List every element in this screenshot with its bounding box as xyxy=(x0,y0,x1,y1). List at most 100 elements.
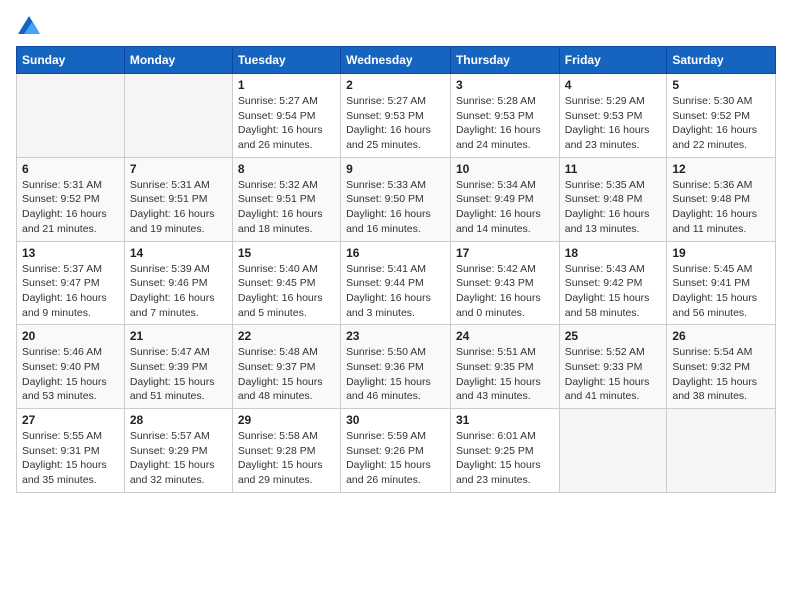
calendar-cell: 15 Sunrise: 5:40 AM Sunset: 9:45 PM Dayli… xyxy=(232,241,340,325)
day-number: 7 xyxy=(130,162,227,176)
day-number: 12 xyxy=(672,162,770,176)
calendar-cell: 17 Sunrise: 5:42 AM Sunset: 9:43 PM Dayli… xyxy=(450,241,559,325)
calendar-cell: 13Sunrise: 5:37 AM Sunset: 9:47 PM Dayli… xyxy=(17,241,125,325)
day-info: Sunrise: 5:30 AM Sunset: 9:52 PM Dayligh… xyxy=(672,94,770,153)
calendar-header-wednesday: Wednesday xyxy=(341,47,451,74)
calendar-header-row: SundayMondayTuesdayWednesdayThursdayFrid… xyxy=(17,47,776,74)
logo xyxy=(16,16,40,34)
calendar-cell: 5 Sunrise: 5:30 AM Sunset: 9:52 PM Daylig… xyxy=(667,74,776,158)
calendar-cell: 14Sunrise: 5:39 AM Sunset: 9:46 PM Dayli… xyxy=(124,241,232,325)
day-info: Sunrise: 5:48 AM Sunset: 9:37 PM Dayligh… xyxy=(238,345,335,404)
day-info: Sunrise: 5:40 AM Sunset: 9:45 PM Dayligh… xyxy=(238,262,335,321)
day-number: 10 xyxy=(456,162,554,176)
calendar-header-monday: Monday xyxy=(124,47,232,74)
day-info: Sunrise: 5:47 AM Sunset: 9:39 PM Dayligh… xyxy=(130,345,227,404)
calendar-cell: 20 Sunrise: 5:46 AM Sunset: 9:40 PM Dayli… xyxy=(17,325,125,409)
day-info: Sunrise: 5:37 AM Sunset: 9:47 PM Dayligh… xyxy=(22,262,119,321)
calendar-cell: 16Sunrise: 5:41 AM Sunset: 9:44 PM Dayli… xyxy=(341,241,451,325)
day-info: Sunrise: 5:50 AM Sunset: 9:36 PM Dayligh… xyxy=(346,345,445,404)
calendar-cell: 25 Sunrise: 5:52 AM Sunset: 9:33 PM Dayli… xyxy=(559,325,667,409)
logo-icon xyxy=(18,16,40,34)
calendar-cell xyxy=(667,409,776,493)
calendar-cell: 26 Sunrise: 5:54 AM Sunset: 9:32 PM Dayli… xyxy=(667,325,776,409)
calendar-cell: 23 Sunrise: 5:50 AM Sunset: 9:36 PM Dayli… xyxy=(341,325,451,409)
day-number: 14 xyxy=(130,246,227,260)
day-info: Sunrise: 5:42 AM Sunset: 9:43 PM Dayligh… xyxy=(456,262,554,321)
day-number: 1 xyxy=(238,78,335,92)
calendar-week-row: 20 Sunrise: 5:46 AM Sunset: 9:40 PM Dayli… xyxy=(17,325,776,409)
day-number: 30 xyxy=(346,413,445,427)
day-info: Sunrise: 5:32 AM Sunset: 9:51 PM Dayligh… xyxy=(238,178,335,237)
calendar-header-saturday: Saturday xyxy=(667,47,776,74)
calendar-cell: 18 Sunrise: 5:43 AM Sunset: 9:42 PM Dayli… xyxy=(559,241,667,325)
day-info: Sunrise: 5:43 AM Sunset: 9:42 PM Dayligh… xyxy=(565,262,662,321)
day-info: Sunrise: 5:29 AM Sunset: 9:53 PM Dayligh… xyxy=(565,94,662,153)
day-number: 27 xyxy=(22,413,119,427)
day-number: 23 xyxy=(346,329,445,343)
calendar-cell: 2 Sunrise: 5:27 AM Sunset: 9:53 PM Daylig… xyxy=(341,74,451,158)
day-info: Sunrise: 5:31 AM Sunset: 9:51 PM Dayligh… xyxy=(130,178,227,237)
calendar-cell: 6 Sunrise: 5:31 AM Sunset: 9:52 PM Daylig… xyxy=(17,157,125,241)
day-info: Sunrise: 5:45 AM Sunset: 9:41 PM Dayligh… xyxy=(672,262,770,321)
calendar-cell: 27 Sunrise: 5:55 AM Sunset: 9:31 PM Dayli… xyxy=(17,409,125,493)
calendar-cell xyxy=(124,74,232,158)
day-info: Sunrise: 5:55 AM Sunset: 9:31 PM Dayligh… xyxy=(22,429,119,488)
day-number: 22 xyxy=(238,329,335,343)
calendar-cell: 12 Sunrise: 5:36 AM Sunset: 9:48 PM Dayli… xyxy=(667,157,776,241)
day-info: Sunrise: 5:31 AM Sunset: 9:52 PM Dayligh… xyxy=(22,178,119,237)
day-info: Sunrise: 5:36 AM Sunset: 9:48 PM Dayligh… xyxy=(672,178,770,237)
calendar-cell: 11 Sunrise: 5:35 AM Sunset: 9:48 PM Dayli… xyxy=(559,157,667,241)
calendar-header-friday: Friday xyxy=(559,47,667,74)
day-number: 3 xyxy=(456,78,554,92)
day-number: 24 xyxy=(456,329,554,343)
day-info: Sunrise: 5:46 AM Sunset: 9:40 PM Dayligh… xyxy=(22,345,119,404)
day-info: Sunrise: 5:27 AM Sunset: 9:53 PM Dayligh… xyxy=(346,94,445,153)
day-number: 25 xyxy=(565,329,662,343)
day-number: 4 xyxy=(565,78,662,92)
day-info: Sunrise: 5:27 AM Sunset: 9:54 PM Dayligh… xyxy=(238,94,335,153)
calendar-cell: 21 Sunrise: 5:47 AM Sunset: 9:39 PM Dayli… xyxy=(124,325,232,409)
day-number: 8 xyxy=(238,162,335,176)
calendar-week-row: 27 Sunrise: 5:55 AM Sunset: 9:31 PM Dayli… xyxy=(17,409,776,493)
calendar-header-tuesday: Tuesday xyxy=(232,47,340,74)
day-info: Sunrise: 5:52 AM Sunset: 9:33 PM Dayligh… xyxy=(565,345,662,404)
day-info: Sunrise: 5:33 AM Sunset: 9:50 PM Dayligh… xyxy=(346,178,445,237)
day-number: 19 xyxy=(672,246,770,260)
day-info: Sunrise: 5:28 AM Sunset: 9:53 PM Dayligh… xyxy=(456,94,554,153)
calendar-table: SundayMondayTuesdayWednesdayThursdayFrid… xyxy=(16,46,776,493)
day-info: Sunrise: 5:34 AM Sunset: 9:49 PM Dayligh… xyxy=(456,178,554,237)
calendar-cell xyxy=(559,409,667,493)
calendar-cell xyxy=(17,74,125,158)
calendar-cell: 22 Sunrise: 5:48 AM Sunset: 9:37 PM Dayli… xyxy=(232,325,340,409)
calendar-week-row: 13Sunrise: 5:37 AM Sunset: 9:47 PM Dayli… xyxy=(17,241,776,325)
day-number: 18 xyxy=(565,246,662,260)
day-info: Sunrise: 5:57 AM Sunset: 9:29 PM Dayligh… xyxy=(130,429,227,488)
day-number: 6 xyxy=(22,162,119,176)
day-number: 28 xyxy=(130,413,227,427)
day-number: 17 xyxy=(456,246,554,260)
day-number: 20 xyxy=(22,329,119,343)
day-number: 29 xyxy=(238,413,335,427)
day-info: Sunrise: 5:35 AM Sunset: 9:48 PM Dayligh… xyxy=(565,178,662,237)
day-info: Sunrise: 5:41 AM Sunset: 9:44 PM Dayligh… xyxy=(346,262,445,321)
day-number: 11 xyxy=(565,162,662,176)
calendar-cell: 9 Sunrise: 5:33 AM Sunset: 9:50 PM Daylig… xyxy=(341,157,451,241)
day-number: 21 xyxy=(130,329,227,343)
calendar-cell: 7 Sunrise: 5:31 AM Sunset: 9:51 PM Daylig… xyxy=(124,157,232,241)
day-number: 15 xyxy=(238,246,335,260)
page-header xyxy=(16,16,776,34)
day-number: 9 xyxy=(346,162,445,176)
calendar-cell: 24Sunrise: 5:51 AM Sunset: 9:35 PM Dayli… xyxy=(450,325,559,409)
day-info: Sunrise: 5:59 AM Sunset: 9:26 PM Dayligh… xyxy=(346,429,445,488)
calendar-cell: 3 Sunrise: 5:28 AM Sunset: 9:53 PM Daylig… xyxy=(450,74,559,158)
calendar-header-sunday: Sunday xyxy=(17,47,125,74)
calendar-cell: 4 Sunrise: 5:29 AM Sunset: 9:53 PM Daylig… xyxy=(559,74,667,158)
day-number: 5 xyxy=(672,78,770,92)
day-info: Sunrise: 5:58 AM Sunset: 9:28 PM Dayligh… xyxy=(238,429,335,488)
day-number: 2 xyxy=(346,78,445,92)
calendar-cell: 30 Sunrise: 5:59 AM Sunset: 9:26 PM Dayli… xyxy=(341,409,451,493)
calendar-cell: 28 Sunrise: 5:57 AM Sunset: 9:29 PM Dayli… xyxy=(124,409,232,493)
day-number: 26 xyxy=(672,329,770,343)
day-info: Sunrise: 5:54 AM Sunset: 9:32 PM Dayligh… xyxy=(672,345,770,404)
calendar-cell: 29 Sunrise: 5:58 AM Sunset: 9:28 PM Dayli… xyxy=(232,409,340,493)
